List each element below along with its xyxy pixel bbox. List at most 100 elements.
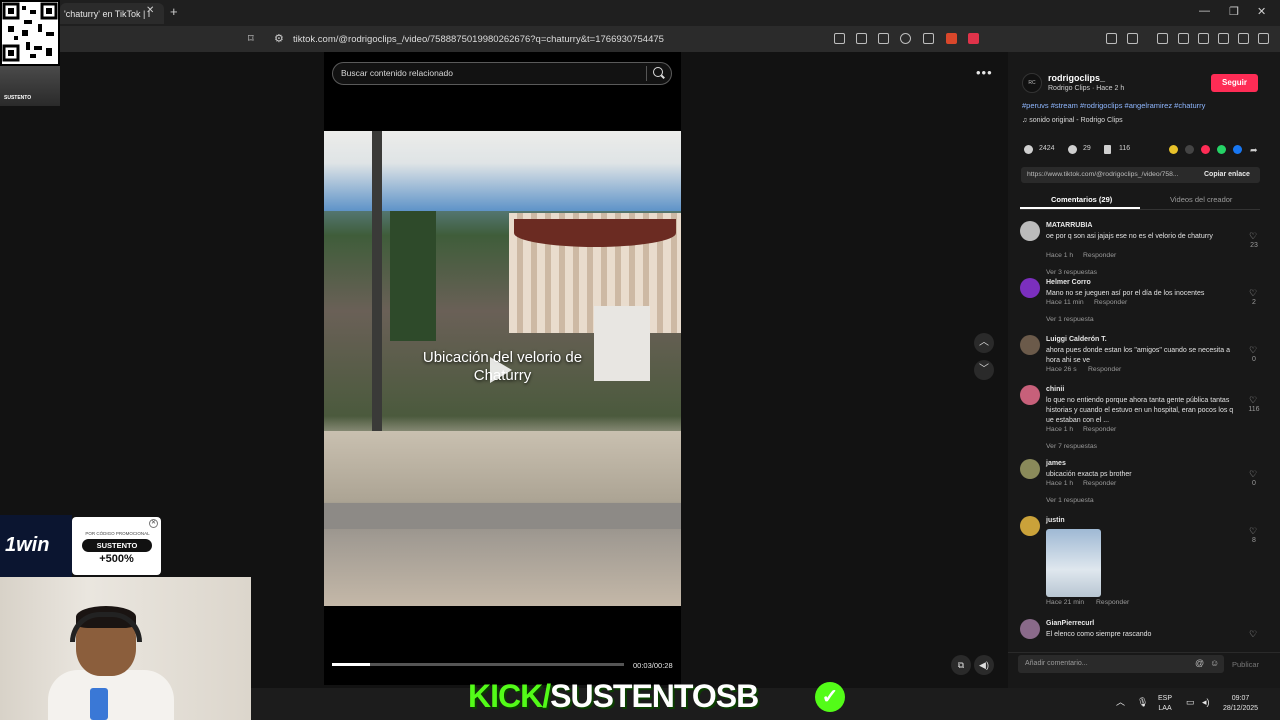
promo-subtitle: POR CÓDIGO PROMOCIONAL — [85, 531, 150, 536]
zoom-icon[interactable] — [900, 33, 911, 44]
publish-button[interactable]: Publicar — [1232, 660, 1259, 669]
comment-time: Hace 21 min — [1046, 599, 1085, 606]
embed-icon[interactable] — [1185, 145, 1194, 154]
comment-like-icon[interactable]: ♡ — [1249, 395, 1257, 406]
promo-bonus: +500% — [99, 553, 134, 565]
comment-like-icon[interactable]: ♡ — [1249, 231, 1257, 242]
comment-author[interactable]: justin — [1046, 517, 1065, 524]
follow-button[interactable]: Seguir — [1211, 74, 1258, 92]
play-icon[interactable] — [490, 357, 512, 383]
network-icon[interactable]: ▭ — [1186, 697, 1195, 707]
close-window-icon[interactable]: ✕ — [1257, 5, 1266, 18]
whatsapp-icon[interactable] — [1217, 145, 1226, 154]
comment-author[interactable]: chinii — [1046, 386, 1064, 393]
comment-time: Hace 1 h — [1046, 252, 1074, 259]
speaker-icon[interactable]: ◂) — [1202, 697, 1210, 707]
comment-like-icon[interactable]: ♡ — [1249, 526, 1257, 537]
more-options-icon[interactable]: ••• — [976, 65, 993, 80]
reply-button[interactable]: Responder — [1094, 299, 1127, 306]
reply-button[interactable]: Responder — [1083, 252, 1116, 259]
tab-comments[interactable]: Comentarios (29) — [1051, 195, 1112, 204]
video-curb — [324, 503, 681, 529]
comment-avatar[interactable] — [1020, 221, 1040, 241]
puzzle-icon[interactable] — [1106, 33, 1117, 44]
comment-avatar[interactable] — [1020, 385, 1040, 405]
search-icon[interactable] — [653, 67, 663, 77]
comment-avatar[interactable] — [1020, 619, 1040, 639]
send-icon[interactable] — [1201, 145, 1210, 154]
comment-like-icon[interactable]: ♡ — [1249, 469, 1257, 480]
microphone-icon[interactable]: 🎙 — [1137, 697, 1148, 707]
post-sound[interactable]: ♫ sonido original - Rodrigo Clips — [1022, 117, 1123, 124]
like-icon[interactable] — [1024, 145, 1033, 154]
site-info-icon[interactable]: ⚙ — [274, 32, 284, 45]
view-replies-button[interactable]: Ver 1 respuesta — [1046, 497, 1094, 504]
language-indicator[interactable]: ESP LAA — [1158, 694, 1172, 714]
ai-icon[interactable] — [1218, 33, 1229, 44]
emoji-icon[interactable]: ☺ — [1210, 658, 1219, 668]
creator-username[interactable]: rodrigoclips_ — [1048, 73, 1105, 83]
comment-text: lo que no entiendo porque ahora tanta ge… — [1046, 397, 1234, 424]
mention-icon[interactable]: @ — [1195, 658, 1204, 668]
active-tab-indicator — [1020, 207, 1140, 209]
share-page-icon[interactable] — [923, 33, 934, 44]
restore-icon[interactable]: ❐ — [1229, 5, 1239, 18]
view-replies-button[interactable]: Ver 1 respuesta — [1046, 316, 1094, 323]
rewards-icon[interactable] — [968, 33, 979, 44]
clock[interactable]: 09:07 28/12/2025 — [1223, 694, 1258, 714]
view-replies-button[interactable]: Ver 3 respuestas — [1046, 269, 1097, 276]
comment-author[interactable]: GianPierrecurl — [1046, 620, 1094, 627]
facebook-icon[interactable] — [1233, 145, 1242, 154]
new-tab-icon[interactable]: + — [170, 4, 178, 19]
sound-label: sonido original - Rodrigo Clips — [1029, 117, 1123, 124]
minimize-icon[interactable]: — — [1199, 5, 1210, 17]
post-hashtags[interactable]: #peruvs #stream #rodrigoclips #angelrami… — [1022, 101, 1205, 110]
screenshot-icon[interactable] — [1127, 33, 1138, 44]
comment-avatar[interactable] — [1020, 516, 1040, 536]
share-arrow-icon[interactable]: ➦ — [1250, 145, 1258, 156]
bookmark-icon[interactable]: ⌑ — [248, 32, 254, 45]
wallet-icon[interactable] — [1198, 33, 1209, 44]
bookmark-save-icon[interactable] — [1104, 145, 1111, 154]
previous-video-icon[interactable]: ︿ — [974, 333, 994, 353]
creator-avatar[interactable]: RC — [1022, 73, 1042, 93]
url-field[interactable]: tiktok.com/@rodrigoclips_/video/75888750… — [293, 34, 664, 45]
post-link[interactable]: https://www.tiktok.com/@rodrigoclips_/vi… — [1027, 171, 1179, 178]
comment-author[interactable]: Luiggi Calderón T. — [1046, 336, 1107, 343]
cast-icon[interactable] — [856, 33, 867, 44]
video-progress-track[interactable] — [332, 663, 624, 666]
translate-icon[interactable] — [878, 33, 889, 44]
reply-button[interactable]: Responder — [1096, 599, 1129, 606]
webcam-cup — [90, 688, 108, 720]
next-video-icon[interactable]: ﹀ — [974, 360, 994, 380]
comment-icon[interactable] — [1068, 145, 1077, 154]
comment-author[interactable]: MATARRUBIA — [1046, 222, 1092, 229]
brave-shield-icon[interactable] — [946, 33, 957, 44]
comment-like-icon[interactable]: ♡ — [1249, 288, 1257, 299]
comment-time: Hace 1 h — [1046, 426, 1074, 433]
copy-link-button[interactable]: Copiar enlace — [1204, 171, 1250, 178]
menu-icon[interactable] — [1258, 33, 1269, 44]
music-icon[interactable] — [1157, 33, 1168, 44]
volume-icon[interactable]: ◀) — [974, 655, 994, 675]
comment-like-icon[interactable]: ♡ — [1249, 629, 1257, 640]
comment-author[interactable]: Helmer Corro — [1046, 279, 1091, 286]
tab-creator-videos[interactable]: Videos del creador — [1170, 195, 1232, 204]
comment-author[interactable]: james — [1046, 460, 1066, 467]
sidebar-icon[interactable] — [1178, 33, 1189, 44]
comment-avatar[interactable] — [1020, 459, 1040, 479]
comment-avatar[interactable] — [1020, 335, 1040, 355]
share-repost-icon[interactable] — [1169, 145, 1178, 154]
vpn-icon[interactable] — [1238, 33, 1249, 44]
close-tab-icon[interactable]: ✕ — [146, 5, 154, 16]
comment-avatar[interactable] — [1020, 278, 1040, 298]
reply-button[interactable]: Responder — [1083, 426, 1116, 433]
comment-sticker-image[interactable] — [1046, 529, 1101, 597]
view-replies-button[interactable]: Ver 7 respuestas — [1046, 443, 1097, 450]
reply-button[interactable]: Responder — [1088, 366, 1121, 373]
pip-icon[interactable]: ⧉ — [951, 655, 971, 675]
tray-chevron-icon[interactable]: ︿ — [1116, 697, 1125, 707]
extension-icon[interactable] — [834, 33, 845, 44]
reply-button[interactable]: Responder — [1083, 480, 1116, 487]
comment-like-icon[interactable]: ♡ — [1249, 345, 1257, 356]
